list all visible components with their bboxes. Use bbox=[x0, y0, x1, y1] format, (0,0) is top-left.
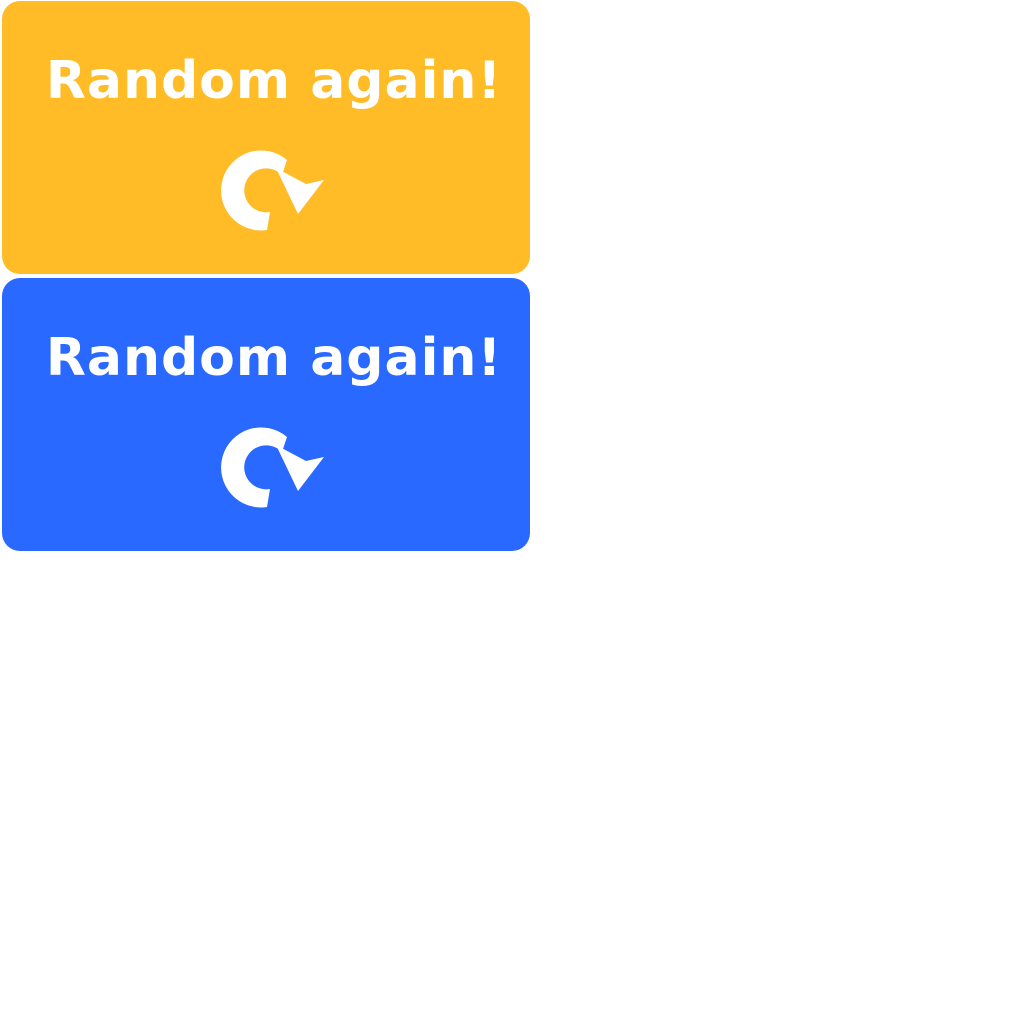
random-again-button-blue[interactable]: Random again! bbox=[2, 278, 530, 551]
random-again-label: Random again! bbox=[45, 51, 503, 111]
refresh-icon bbox=[221, 150, 324, 231]
random-again-label: Random again! bbox=[45, 328, 503, 388]
random-again-button-yellow[interactable]: Random again! bbox=[2, 1, 530, 274]
button-sprite-sheet: Random again! Random again! bbox=[0, 0, 1024, 1024]
refresh-icon bbox=[221, 427, 324, 508]
